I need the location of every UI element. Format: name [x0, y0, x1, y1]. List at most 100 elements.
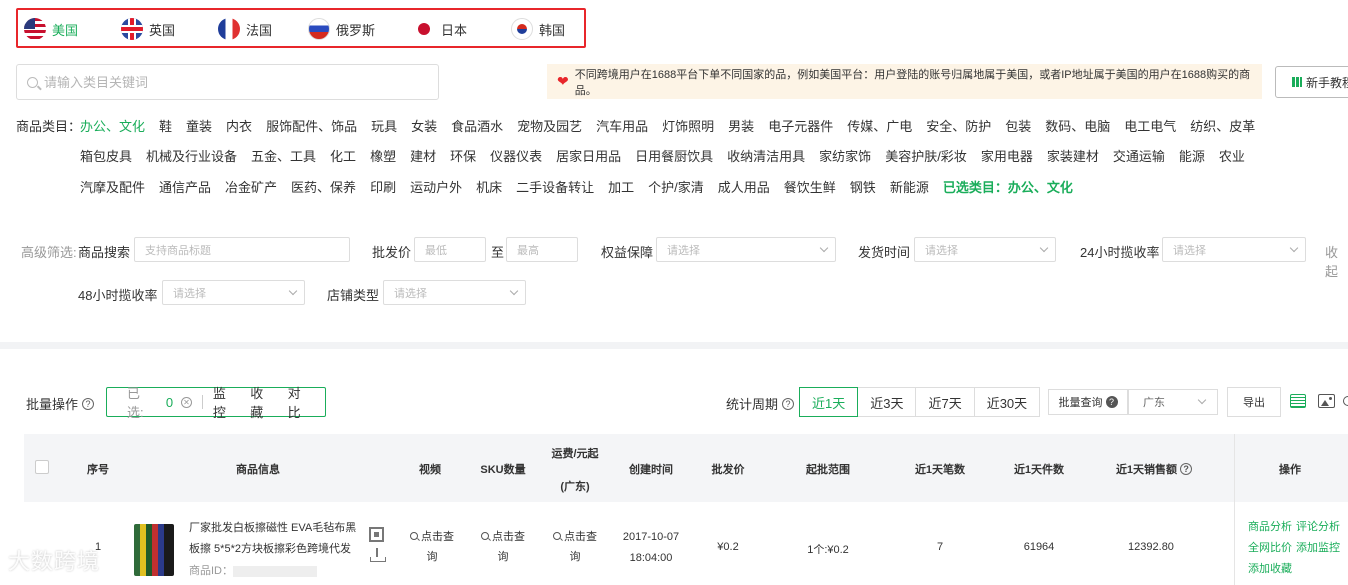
- category-item[interactable]: 汽摩及配件: [80, 177, 145, 196]
- category-item[interactable]: 橡塑: [370, 146, 396, 165]
- price-min-input[interactable]: 最低: [414, 237, 486, 262]
- clear-selection-icon[interactable]: ✕: [181, 396, 192, 408]
- add-monitor-link[interactable]: 添加监控: [1296, 542, 1340, 554]
- category-item[interactable]: 家用电器: [981, 146, 1033, 165]
- category-item[interactable]: 冶金矿产: [225, 177, 277, 196]
- category-item[interactable]: 五金、工具: [251, 146, 316, 165]
- more-view-icon[interactable]: [1343, 396, 1348, 406]
- category-item[interactable]: 玩具: [371, 116, 397, 135]
- category-item[interactable]: 机床: [476, 177, 502, 196]
- tab-us[interactable]: 美国: [24, 16, 78, 42]
- category-item[interactable]: 灯饰照明: [662, 116, 714, 135]
- tab-korea[interactable]: 韩国: [511, 16, 565, 42]
- tab-france[interactable]: 法国: [218, 16, 272, 42]
- help-icon[interactable]: ?: [82, 397, 95, 410]
- collect24-select[interactable]: 请选择: [1162, 237, 1306, 262]
- category-item[interactable]: 建材: [410, 146, 436, 165]
- category-item[interactable]: 日用餐厨饮具: [635, 146, 713, 165]
- shipping-query-link[interactable]: 点击查询: [550, 527, 600, 567]
- tab-japan[interactable]: 日本: [413, 16, 467, 42]
- category-item[interactable]: 家纺家饰: [819, 146, 871, 165]
- qr-code-icon[interactable]: [369, 527, 384, 542]
- product-analysis-link[interactable]: 商品分析: [1248, 521, 1292, 533]
- category-item[interactable]: 钢铁: [850, 177, 876, 196]
- category-item[interactable]: 居家日用品: [556, 146, 621, 165]
- product-search-placeholder: 支持商品标题: [145, 244, 211, 257]
- download-icon[interactable]: [370, 548, 386, 562]
- category-item[interactable]: 办公、文化: [80, 116, 145, 135]
- category-item[interactable]: 宠物及园艺: [517, 116, 582, 135]
- add-favorite-link[interactable]: 添加收藏: [1248, 563, 1292, 575]
- category-item[interactable]: 运动户外: [410, 177, 462, 196]
- list-view-icon[interactable]: [1290, 394, 1306, 408]
- category-item[interactable]: 通信产品: [159, 177, 211, 196]
- tab-russia[interactable]: 俄罗斯: [308, 16, 375, 42]
- category-item[interactable]: 加工: [608, 177, 634, 196]
- category-item[interactable]: 农业: [1219, 146, 1245, 165]
- category-item[interactable]: 食品酒水: [451, 116, 503, 135]
- category-item[interactable]: 电工电气: [1124, 116, 1176, 135]
- category-search-input[interactable]: [44, 74, 424, 90]
- category-item[interactable]: 二手设备转让: [516, 177, 594, 196]
- monitor-button[interactable]: 监控: [213, 383, 238, 421]
- help-icon[interactable]: ?: [782, 397, 795, 410]
- category-item[interactable]: 服饰配件、饰品: [266, 116, 357, 135]
- category-item[interactable]: 内衣: [226, 116, 252, 135]
- category-item[interactable]: 男装: [728, 116, 754, 135]
- category-item[interactable]: 家装建材: [1047, 146, 1099, 165]
- category-item[interactable]: 女装: [411, 116, 437, 135]
- category-item[interactable]: 童装: [186, 116, 212, 135]
- price-compare-link[interactable]: 全网比价: [1248, 542, 1292, 554]
- export-button[interactable]: 导出: [1227, 387, 1281, 417]
- category-item[interactable]: 仪器仪表: [490, 146, 542, 165]
- category-item[interactable]: 机械及行业设备: [146, 146, 237, 165]
- collapse-link[interactable]: 收起: [1325, 242, 1348, 280]
- ship-time-select[interactable]: 请选择: [914, 237, 1056, 262]
- category-item[interactable]: 电子元器件: [768, 116, 833, 135]
- tab-7-days[interactable]: 近7天: [915, 387, 975, 417]
- price-max-input[interactable]: 最高: [506, 237, 578, 262]
- category-item[interactable]: 收纳清洁用具: [727, 146, 805, 165]
- video-query-link[interactable]: 点击查询: [407, 527, 457, 567]
- category-item[interactable]: 个护/家清: [648, 177, 704, 196]
- rights-select[interactable]: 请选择: [656, 237, 836, 262]
- tab-30-days[interactable]: 近30天: [973, 387, 1041, 417]
- category-item[interactable]: 美容护肤/彩妆: [885, 146, 967, 165]
- category-item[interactable]: 印刷: [370, 177, 396, 196]
- category-item[interactable]: 交通运输: [1113, 146, 1165, 165]
- category-item[interactable]: 数码、电脑: [1045, 116, 1110, 135]
- category-item[interactable]: 新能源: [890, 177, 929, 196]
- sku-query-link[interactable]: 点击查询: [478, 527, 528, 567]
- favorite-button[interactable]: 收藏: [250, 383, 275, 421]
- region-select[interactable]: 广东: [1128, 389, 1218, 415]
- product-title[interactable]: 厂家批发白板擦磁性 EVA毛毡布黑板擦 5*5*2方块板擦彩色跨境代发: [189, 518, 359, 560]
- review-analysis-link[interactable]: 评论分析: [1296, 521, 1340, 533]
- tab-3-days[interactable]: 近3天: [857, 387, 917, 417]
- category-item[interactable]: 化工: [330, 146, 356, 165]
- select-all-checkbox[interactable]: [35, 460, 49, 474]
- category-item[interactable]: 能源: [1179, 146, 1205, 165]
- tab-uk[interactable]: 英国: [121, 16, 175, 42]
- collect48-select[interactable]: 请选择: [162, 280, 305, 305]
- product-search-input[interactable]: 支持商品标题: [134, 237, 350, 262]
- category-item[interactable]: 成人用品: [718, 177, 770, 196]
- compare-button[interactable]: 对比: [288, 383, 313, 421]
- shop-type-select[interactable]: 请选择: [383, 280, 526, 305]
- category-item[interactable]: 医药、保养: [291, 177, 356, 196]
- tutorial-button[interactable]: 新手教程: [1275, 66, 1348, 98]
- category-item[interactable]: 传媒、广电: [847, 116, 912, 135]
- category-item[interactable]: 纺织、皮革: [1190, 116, 1255, 135]
- chevron-down-icon: [1039, 243, 1049, 253]
- category-item[interactable]: 包装: [1005, 116, 1031, 135]
- product-thumbnail[interactable]: [134, 524, 174, 576]
- image-view-icon[interactable]: [1318, 394, 1335, 408]
- batch-query-button[interactable]: 批量查询 ?: [1048, 389, 1128, 415]
- category-item[interactable]: 环保: [450, 146, 476, 165]
- category-item[interactable]: 鞋: [159, 116, 172, 135]
- help-icon[interactable]: ?: [1180, 463, 1193, 475]
- tab-1-day[interactable]: 近1天: [799, 387, 859, 417]
- category-item[interactable]: 箱包皮具: [80, 146, 132, 165]
- category-item[interactable]: 汽车用品: [596, 116, 648, 135]
- category-item[interactable]: 餐饮生鲜: [784, 177, 836, 196]
- category-item[interactable]: 安全、防护: [926, 116, 991, 135]
